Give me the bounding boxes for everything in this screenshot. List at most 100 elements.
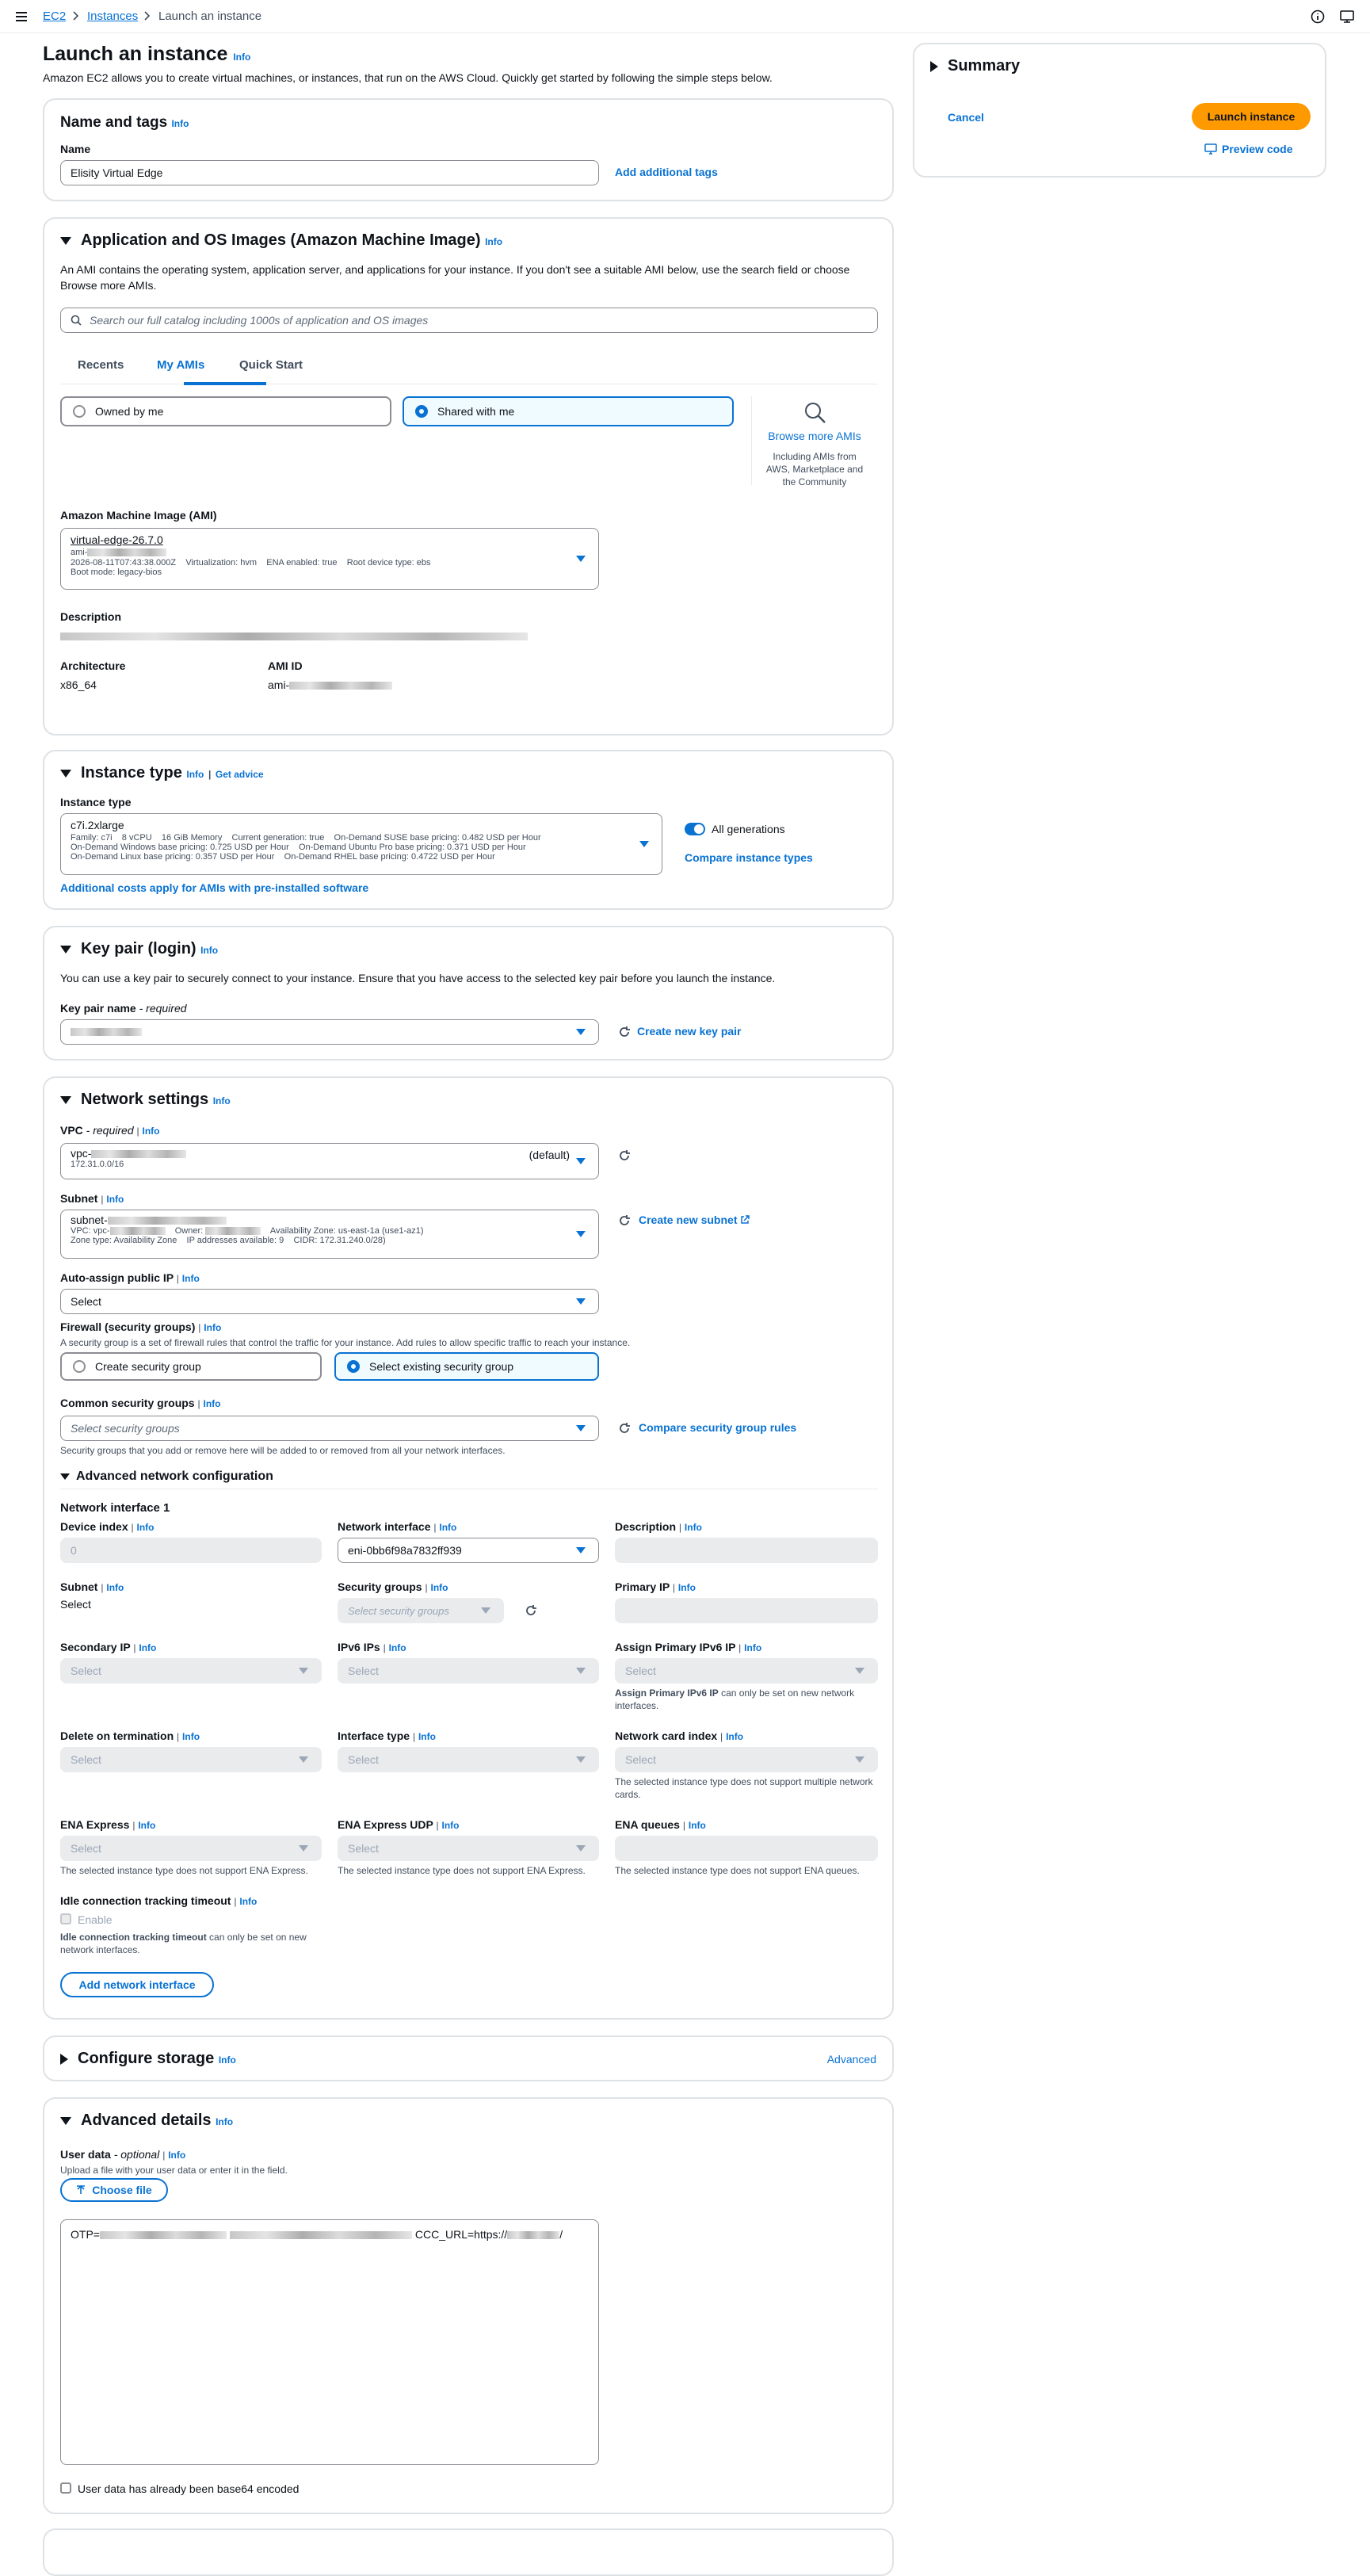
chevron-down-icon	[576, 1158, 586, 1164]
auto-ip-select[interactable]: Select	[60, 1289, 599, 1314]
name-input[interactable]: Elisity Virtual Edge	[60, 160, 599, 185]
info-circle-icon[interactable]	[1311, 10, 1325, 24]
name-label: Name	[60, 143, 91, 155]
base64-checkbox[interactable]	[60, 2482, 71, 2494]
idle-enable-checkbox[interactable]	[60, 1913, 71, 1924]
instance-type-select[interactable]: c7i.2xlarge Family: c7i 8 vCPU 16 GiB Me…	[60, 813, 662, 875]
ami-details: 2026-08-11T07:43:38.000Z Virtualization:…	[71, 558, 431, 568]
subnet-details-2: Zone type: Availability Zone IP addresse…	[71, 1236, 386, 1245]
delete-termination-select[interactable]: Select	[60, 1747, 322, 1772]
vpc-cidr: 172.31.0.0/16	[71, 1160, 124, 1169]
ipv6-select[interactable]: Select	[338, 1658, 599, 1684]
search-icon[interactable]	[803, 401, 827, 425]
breadcrumb-ec2[interactable]: EC2	[43, 10, 66, 23]
compare-sg-rules-link[interactable]: Compare security group rules	[639, 1421, 796, 1434]
subnet-label: Subnet | Info	[60, 1580, 124, 1593]
ami-id-value: ami-	[268, 678, 393, 691]
advanced-network-toggle[interactable]: Advanced network configuration	[60, 1470, 273, 1484]
key-pair-select[interactable]	[60, 1019, 599, 1045]
network-interface-select[interactable]: eni-0bb6f98a7832ff939	[338, 1538, 599, 1563]
section-title[interactable]: Instance type Info | Get advice	[60, 764, 264, 782]
chevron-down-icon	[576, 1425, 586, 1431]
chevron-down-icon	[481, 1607, 490, 1614]
menu-icon[interactable]	[14, 10, 29, 24]
subnet-select[interactable]: subnet- VPC: vpc- Owner: Availability Zo…	[60, 1210, 599, 1259]
tab-recents[interactable]: Recents	[78, 358, 124, 372]
assign-ipv6-select[interactable]: Select	[615, 1658, 878, 1684]
ena-express-label: ENA Express | Info	[60, 1818, 156, 1831]
vpc-select[interactable]: vpc- 172.31.0.0/16 (default)	[60, 1143, 599, 1179]
section-title[interactable]: Key pair (login) Info	[60, 940, 218, 958]
browse-more-amis-link[interactable]: Browse more AMIs	[767, 430, 862, 442]
summary-title[interactable]: Summary	[930, 57, 1020, 75]
refresh-icon[interactable]	[618, 1149, 631, 1162]
security-groups-select[interactable]: Select security groups	[338, 1598, 504, 1623]
network-card-select[interactable]: Select	[615, 1747, 878, 1772]
caret-down-icon	[60, 1473, 70, 1480]
ipv6-label: IPv6 IPs | Info	[338, 1641, 406, 1653]
chevron-down-icon	[576, 1845, 586, 1852]
additional-costs-link[interactable]: Additional costs apply for AMIs with pre…	[60, 881, 368, 894]
chevron-down-icon	[576, 1756, 586, 1763]
chevron-down-icon	[576, 556, 586, 562]
refresh-icon[interactable]	[618, 1214, 631, 1227]
device-index-input[interactable]: 0	[60, 1538, 322, 1563]
chevron-down-icon	[299, 1756, 308, 1763]
create-sg-option[interactable]: Create security group	[60, 1352, 322, 1381]
tab-quick-start[interactable]: Quick Start	[239, 358, 303, 372]
caret-right-icon	[60, 2053, 68, 2065]
key-pair-panel: Key pair (login) Info You can use a key …	[43, 926, 894, 1061]
common-sg-select[interactable]: Select security groups	[60, 1416, 599, 1441]
refresh-icon[interactable]	[525, 1604, 537, 1617]
section-title: Name and tags Info	[60, 114, 189, 131]
owned-by-me-option[interactable]: Owned by me	[60, 396, 391, 426]
tab-my-amis[interactable]: My AMIs	[157, 358, 204, 372]
firewall-label: Firewall (security groups) | Info	[60, 1320, 222, 1333]
advanced-link[interactable]: Advanced	[827, 2053, 876, 2066]
section-title[interactable]: Advanced details Info	[60, 2112, 233, 2130]
create-subnet-link[interactable]: Create new subnet	[639, 1213, 750, 1226]
interface-type-select[interactable]: Select	[338, 1747, 599, 1772]
add-network-interface-button[interactable]: Add network interface	[60, 1972, 214, 1997]
add-tags-link[interactable]: Add additional tags	[615, 166, 718, 178]
auto-ip-label: Auto-assign public IP | Info	[60, 1271, 200, 1284]
ami-name: virtual-edge-26.7.0	[71, 533, 163, 546]
select-existing-sg-option[interactable]: Select existing security group	[334, 1352, 599, 1381]
breadcrumb-instances[interactable]: Instances	[87, 10, 138, 23]
ena-queues-input[interactable]	[615, 1836, 878, 1861]
architecture-value: x86_64	[60, 678, 97, 691]
ena-udp-select[interactable]: Select	[338, 1836, 599, 1861]
description-value-redacted	[60, 629, 528, 644]
page-description: Amazon EC2 allows you to create virtual …	[43, 71, 773, 84]
refresh-icon[interactable]	[618, 1026, 631, 1038]
create-key-pair-link[interactable]: Create new key pair	[637, 1025, 742, 1038]
description-input[interactable]	[615, 1538, 878, 1563]
user-data-textarea[interactable]: OTP= CCC_URL=https:///	[60, 2219, 599, 2465]
section-title[interactable]: Network settings Info	[60, 1091, 231, 1109]
shared-with-me-option[interactable]: Shared with me	[403, 396, 734, 426]
subnet-details: VPC: vpc- Owner: Availability Zone: us-e…	[71, 1226, 424, 1236]
info-link[interactable]: Info	[233, 52, 250, 63]
preview-code-link[interactable]: Preview code	[1204, 143, 1293, 155]
delete-termination-label: Delete on termination | Info	[60, 1729, 200, 1742]
compare-instance-types-link[interactable]: Compare instance types	[685, 851, 813, 864]
common-sg-help: Security groups that you add or remove h…	[60, 1445, 506, 1456]
section-title[interactable]: Application and OS Images (Amazon Machin…	[60, 231, 502, 250]
ami-search-input[interactable]: Search our full catalog including 1000s …	[60, 308, 878, 333]
description-label: Description	[60, 610, 122, 623]
choose-file-button[interactable]: Choose file	[60, 2178, 168, 2202]
subnet-id: subnet-	[71, 1213, 589, 1226]
upload-icon	[77, 2185, 86, 2194]
cancel-button[interactable]: Cancel	[948, 111, 984, 124]
ami-select[interactable]: virtual-edge-26.7.0 ami- 2026-08-11T07:4…	[60, 528, 599, 590]
ena-express-select[interactable]: Select	[60, 1836, 322, 1861]
caret-down-icon	[60, 2116, 71, 2125]
secondary-ip-select[interactable]: Select	[60, 1658, 322, 1684]
section-title[interactable]: Configure storage Info	[60, 2050, 236, 2068]
primary-ip-input[interactable]	[615, 1598, 878, 1623]
refresh-icon[interactable]	[618, 1422, 631, 1435]
launch-instance-button[interactable]: Launch instance	[1192, 103, 1311, 130]
notifications-panel-icon[interactable]	[1339, 9, 1355, 25]
all-generations-toggle[interactable]	[685, 823, 705, 835]
get-advice-link[interactable]: Get advice	[216, 769, 264, 780]
